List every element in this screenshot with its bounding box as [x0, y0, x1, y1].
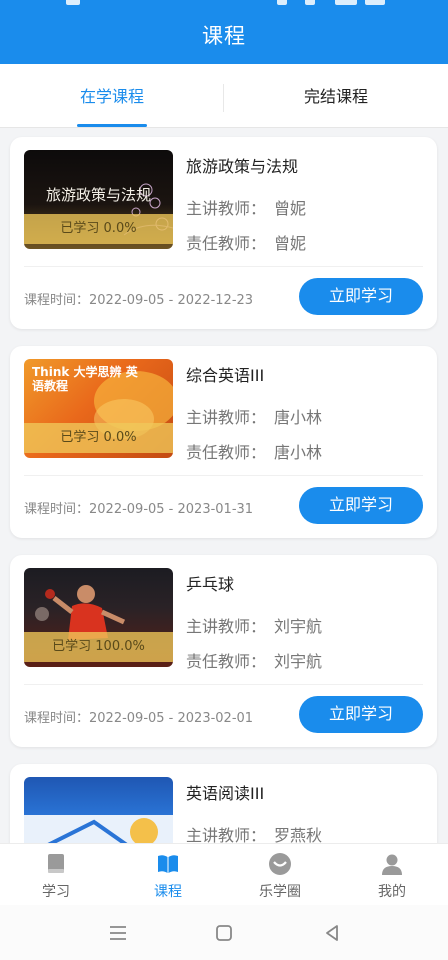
- lead-teacher-name: 罗燕秋: [274, 826, 323, 843]
- card-divider: [24, 684, 423, 685]
- tab-divider: [223, 84, 224, 112]
- study-now-button[interactable]: 立即学习: [299, 696, 423, 733]
- study-now-button[interactable]: 立即学习: [299, 278, 423, 315]
- nav-label: 乐学圈: [259, 884, 301, 900]
- cover-title: Think 大学思辨 英语教程: [32, 365, 138, 393]
- course-thumbnail[interactable]: 已学习 100.0%: [24, 568, 173, 667]
- study-progress: 已学习 0.0%: [24, 423, 173, 453]
- lead-teacher-name: 曾妮: [274, 199, 307, 218]
- course-card[interactable]: 已学习 100.0% 乒乓球 主讲教师： 刘宇航 责任教师： 刘宇航 课程时间：20…: [10, 555, 437, 747]
- responsible-teacher-name: 刘宇航: [274, 652, 323, 671]
- course-name: 英语阅读III: [186, 784, 265, 803]
- nav-item-courses[interactable]: 课程: [112, 844, 224, 906]
- course-period: 课程时间：2022-09-05 - 2023-02-01: [24, 711, 254, 726]
- nav-item-community[interactable]: 乐学圈: [224, 844, 336, 906]
- card-divider: [24, 475, 423, 476]
- lead-teacher: 主讲教师： 唐小林: [186, 404, 322, 428]
- book-icon: [48, 854, 64, 873]
- bottom-nav: 学习 课程 乐学圈 我的: [0, 843, 448, 905]
- card-divider: [24, 266, 423, 267]
- study-progress: 已学习 100.0%: [24, 632, 173, 662]
- tab-in-progress[interactable]: 在学课程: [0, 64, 224, 128]
- responsible-teacher-label: 责任教师：: [186, 443, 267, 462]
- nav-label: 课程: [154, 884, 182, 900]
- responsible-teacher-name: 曾妮: [274, 234, 307, 253]
- course-name: 乒乓球: [186, 575, 235, 594]
- course-thumbnail[interactable]: 旅游政策与法规 已学习 0.0%: [24, 150, 173, 249]
- app-header: 课程: [0, 0, 448, 64]
- course-card[interactable]: Think 大学思辨 英语教程 已学习 0.0% 综合英语III 主讲教师： 唐小…: [10, 346, 437, 538]
- lead-teacher-label: 主讲教师：: [186, 826, 267, 843]
- course-thumbnail[interactable]: [24, 777, 173, 843]
- course-list[interactable]: 旅游政策与法规 已学习 0.0% 旅游政策与法规 主讲教师： 曾妮 责任教师： 曾妮…: [0, 128, 448, 843]
- lead-teacher-label: 主讲教师：: [186, 617, 267, 636]
- responsible-teacher-label: 责任教师：: [186, 234, 267, 253]
- back-icon[interactable]: [320, 921, 344, 945]
- course-card[interactable]: 英语阅读III 主讲教师： 罗燕秋: [10, 764, 437, 843]
- lead-teacher-label: 主讲教师：: [186, 408, 267, 427]
- responsible-teacher-name: 唐小林: [274, 443, 323, 462]
- home-icon[interactable]: [212, 921, 236, 945]
- active-tab-indicator: [77, 124, 147, 127]
- page-title: 课程: [202, 24, 246, 48]
- lead-teacher-name: 刘宇航: [274, 617, 323, 636]
- lead-teacher-label: 主讲教师：: [186, 199, 267, 218]
- responsible-teacher-label: 责任教师：: [186, 652, 267, 671]
- responsible-teacher: 责任教师： 唐小林: [186, 439, 322, 463]
- course-name: 旅游政策与法规: [186, 157, 299, 176]
- lead-teacher: 主讲教师： 曾妮: [186, 195, 306, 219]
- course-name: 综合英语III: [186, 366, 265, 385]
- nav-item-mine[interactable]: 我的: [336, 844, 448, 906]
- status-bar: [0, 0, 448, 6]
- open-book-icon: [158, 855, 178, 873]
- tab-completed[interactable]: 完结课程: [224, 64, 448, 128]
- course-period: 课程时间：2022-09-05 - 2022-12-23: [24, 293, 254, 308]
- lead-teacher-name: 唐小林: [274, 408, 323, 427]
- course-thumbnail[interactable]: Think 大学思辨 英语教程 已学习 0.0%: [24, 359, 173, 458]
- community-icon: [269, 853, 291, 875]
- lead-teacher: 主讲教师： 刘宇航: [186, 613, 322, 637]
- menu-icon[interactable]: [106, 921, 130, 945]
- user-icon: [382, 854, 402, 875]
- study-progress: 已学习 0.0%: [24, 214, 173, 244]
- responsible-teacher: 责任教师： 曾妮: [186, 230, 306, 254]
- course-period: 课程时间：2022-09-05 - 2023-01-31: [24, 502, 254, 517]
- nav-item-study[interactable]: 学习: [0, 844, 112, 906]
- lead-teacher: 主讲教师： 罗燕秋: [186, 822, 322, 843]
- course-card[interactable]: 旅游政策与法规 已学习 0.0% 旅游政策与法规 主讲教师： 曾妮 责任教师： 曾妮…: [10, 137, 437, 329]
- responsible-teacher: 责任教师： 刘宇航: [186, 648, 322, 672]
- course-tabs: 在学课程 完结课程: [0, 64, 448, 128]
- nav-label: 学习: [42, 884, 70, 900]
- nav-label: 我的: [378, 884, 406, 900]
- cover-art: [24, 815, 173, 843]
- study-now-button[interactable]: 立即学习: [299, 487, 423, 524]
- thumbnail-title: 旅游政策与法规: [45, 186, 151, 204]
- system-nav-bar: [0, 905, 448, 960]
